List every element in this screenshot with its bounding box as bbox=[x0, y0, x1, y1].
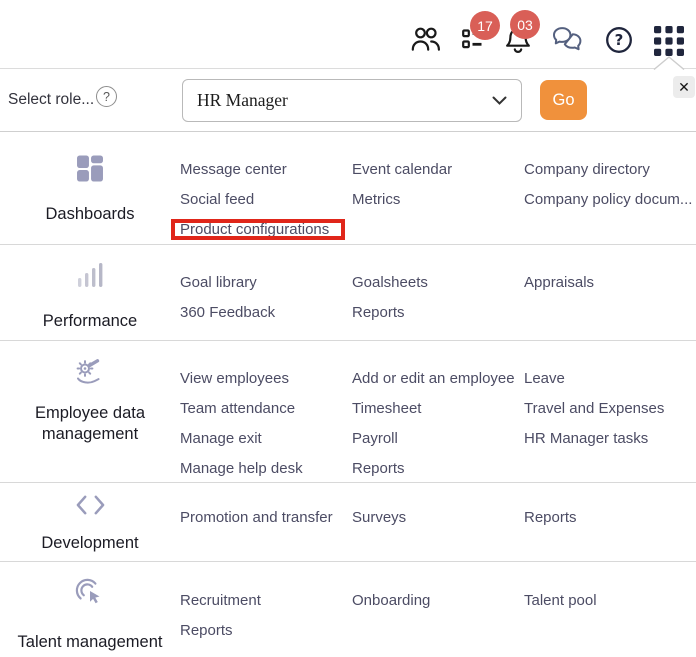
menu-link[interactable]: Surveys bbox=[352, 503, 524, 533]
people-icon[interactable] bbox=[411, 26, 441, 52]
role-selector-row: Select role... ? HR Manager Go ✕ bbox=[0, 69, 696, 132]
section-label-performance: Performance bbox=[42, 312, 138, 330]
menu-link[interactable]: Talent pool bbox=[524, 586, 696, 616]
links-column: Onboarding bbox=[352, 586, 524, 616]
notifications-count-badge: 03 bbox=[510, 10, 540, 39]
mega-menu-panel: Select role... ? HR Manager Go ✕ Dashboa… bbox=[0, 68, 696, 657]
links-column: Message center Social feed Product confi… bbox=[180, 155, 352, 245]
svg-text:?: ? bbox=[615, 31, 624, 49]
role-help-icon[interactable]: ? bbox=[96, 86, 117, 107]
section-performance: Performance Goal library 360 Feedback Go… bbox=[0, 245, 696, 341]
menu-link[interactable]: Promotion and transfer bbox=[180, 503, 352, 533]
section-dashboards: Dashboards Message center Social feed Pr… bbox=[0, 132, 696, 245]
select-role-label: Select role... bbox=[8, 91, 95, 108]
menu-link[interactable]: Add or edit an employee bbox=[352, 364, 524, 394]
links-column: Surveys bbox=[352, 503, 524, 533]
menu-link[interactable]: Manage help desk bbox=[180, 454, 352, 484]
app-window: 17 03 ? Select role... ? HR Manager Go ✕… bbox=[0, 0, 696, 657]
chevron-down-icon bbox=[492, 96, 507, 105]
section-talent-management: Talent management Recruitment Reports On… bbox=[0, 562, 696, 657]
top-bar-icons: 17 03 ? bbox=[411, 10, 684, 56]
chat-icon[interactable] bbox=[553, 26, 584, 52]
menu-link[interactable]: Payroll bbox=[352, 424, 524, 454]
menu-link[interactable]: Goal library bbox=[180, 268, 352, 298]
links-column: View employees Team attendance Manage ex… bbox=[180, 364, 352, 484]
links-column: Recruitment Reports bbox=[180, 586, 352, 646]
section-development: Development Promotion and transfer Surve… bbox=[0, 483, 696, 562]
menu-link[interactable]: Leave bbox=[524, 364, 696, 394]
tasks-count-badge: 17 bbox=[470, 11, 500, 40]
bell-icon[interactable]: 03 bbox=[504, 10, 540, 54]
popup-caret bbox=[652, 55, 686, 70]
dashboard-icon bbox=[0, 155, 180, 182]
links-column: Goalsheets Reports bbox=[352, 268, 524, 328]
role-select-value: HR Manager bbox=[197, 90, 288, 110]
menu-link-product-configurations[interactable]: Product configurations bbox=[180, 215, 352, 245]
links-column: Add or edit an employee Timesheet Payrol… bbox=[352, 364, 524, 484]
links-column: Appraisals bbox=[524, 268, 696, 298]
menu-link[interactable]: Manage exit bbox=[180, 424, 352, 454]
menu-link[interactable]: Appraisals bbox=[524, 268, 696, 298]
links-column: Reports bbox=[524, 503, 696, 533]
go-button[interactable]: Go bbox=[540, 80, 587, 120]
menu-link[interactable]: Social feed bbox=[180, 185, 352, 215]
menu-link[interactable]: View employees bbox=[180, 364, 352, 394]
menu-link[interactable]: Reports bbox=[524, 503, 696, 533]
role-select-dropdown[interactable]: HR Manager bbox=[182, 79, 522, 122]
menu-link[interactable]: Goalsheets bbox=[352, 268, 524, 298]
section-employee-data-management: Employee data management View employees … bbox=[0, 341, 696, 483]
menu-link[interactable]: Team attendance bbox=[180, 394, 352, 424]
menu-link[interactable]: HR Manager tasks bbox=[524, 424, 696, 454]
menu-link[interactable]: Company policy docum... bbox=[524, 185, 696, 215]
menu-link[interactable]: Company directory bbox=[524, 155, 696, 185]
menu-link[interactable]: 360 Feedback bbox=[180, 298, 352, 328]
links-column: Company directory Company policy docum..… bbox=[524, 155, 696, 215]
links-column: Leave Travel and Expenses HR Manager tas… bbox=[524, 364, 696, 454]
target-click-icon bbox=[0, 578, 180, 608]
tasks-checklist-icon[interactable]: 17 bbox=[462, 11, 500, 51]
links-column: Goal library 360 Feedback bbox=[180, 268, 352, 328]
section-label-talent-management: Talent management bbox=[17, 633, 163, 651]
bar-chart-icon bbox=[0, 261, 180, 289]
menu-link[interactable]: Metrics bbox=[352, 185, 524, 215]
section-label-employee-data-management: Employee data management bbox=[34, 404, 146, 443]
close-icon[interactable]: ✕ bbox=[673, 76, 695, 98]
menu-link[interactable]: Recruitment bbox=[180, 586, 352, 616]
links-column: Talent pool bbox=[524, 586, 696, 616]
top-bar: 17 03 ? bbox=[0, 0, 696, 68]
menu-link[interactable]: Travel and Expenses bbox=[524, 394, 696, 424]
menu-link[interactable]: Reports bbox=[352, 454, 524, 484]
menu-link[interactable]: Reports bbox=[180, 616, 352, 646]
menu-link[interactable]: Event calendar bbox=[352, 155, 524, 185]
gear-hand-icon bbox=[0, 357, 180, 387]
links-column: Event calendar Metrics bbox=[352, 155, 524, 215]
menu-link[interactable]: Message center bbox=[180, 155, 352, 185]
links-column: Promotion and transfer bbox=[180, 503, 352, 533]
code-brackets-icon bbox=[0, 494, 180, 516]
menu-link[interactable]: Timesheet bbox=[352, 394, 524, 424]
menu-link[interactable]: Reports bbox=[352, 298, 524, 328]
section-label-development: Development bbox=[41, 534, 139, 552]
menu-link[interactable]: Onboarding bbox=[352, 586, 524, 616]
apps-grid-icon[interactable] bbox=[654, 26, 684, 56]
section-label-dashboards: Dashboards bbox=[45, 205, 135, 223]
help-icon[interactable]: ? bbox=[605, 26, 633, 54]
